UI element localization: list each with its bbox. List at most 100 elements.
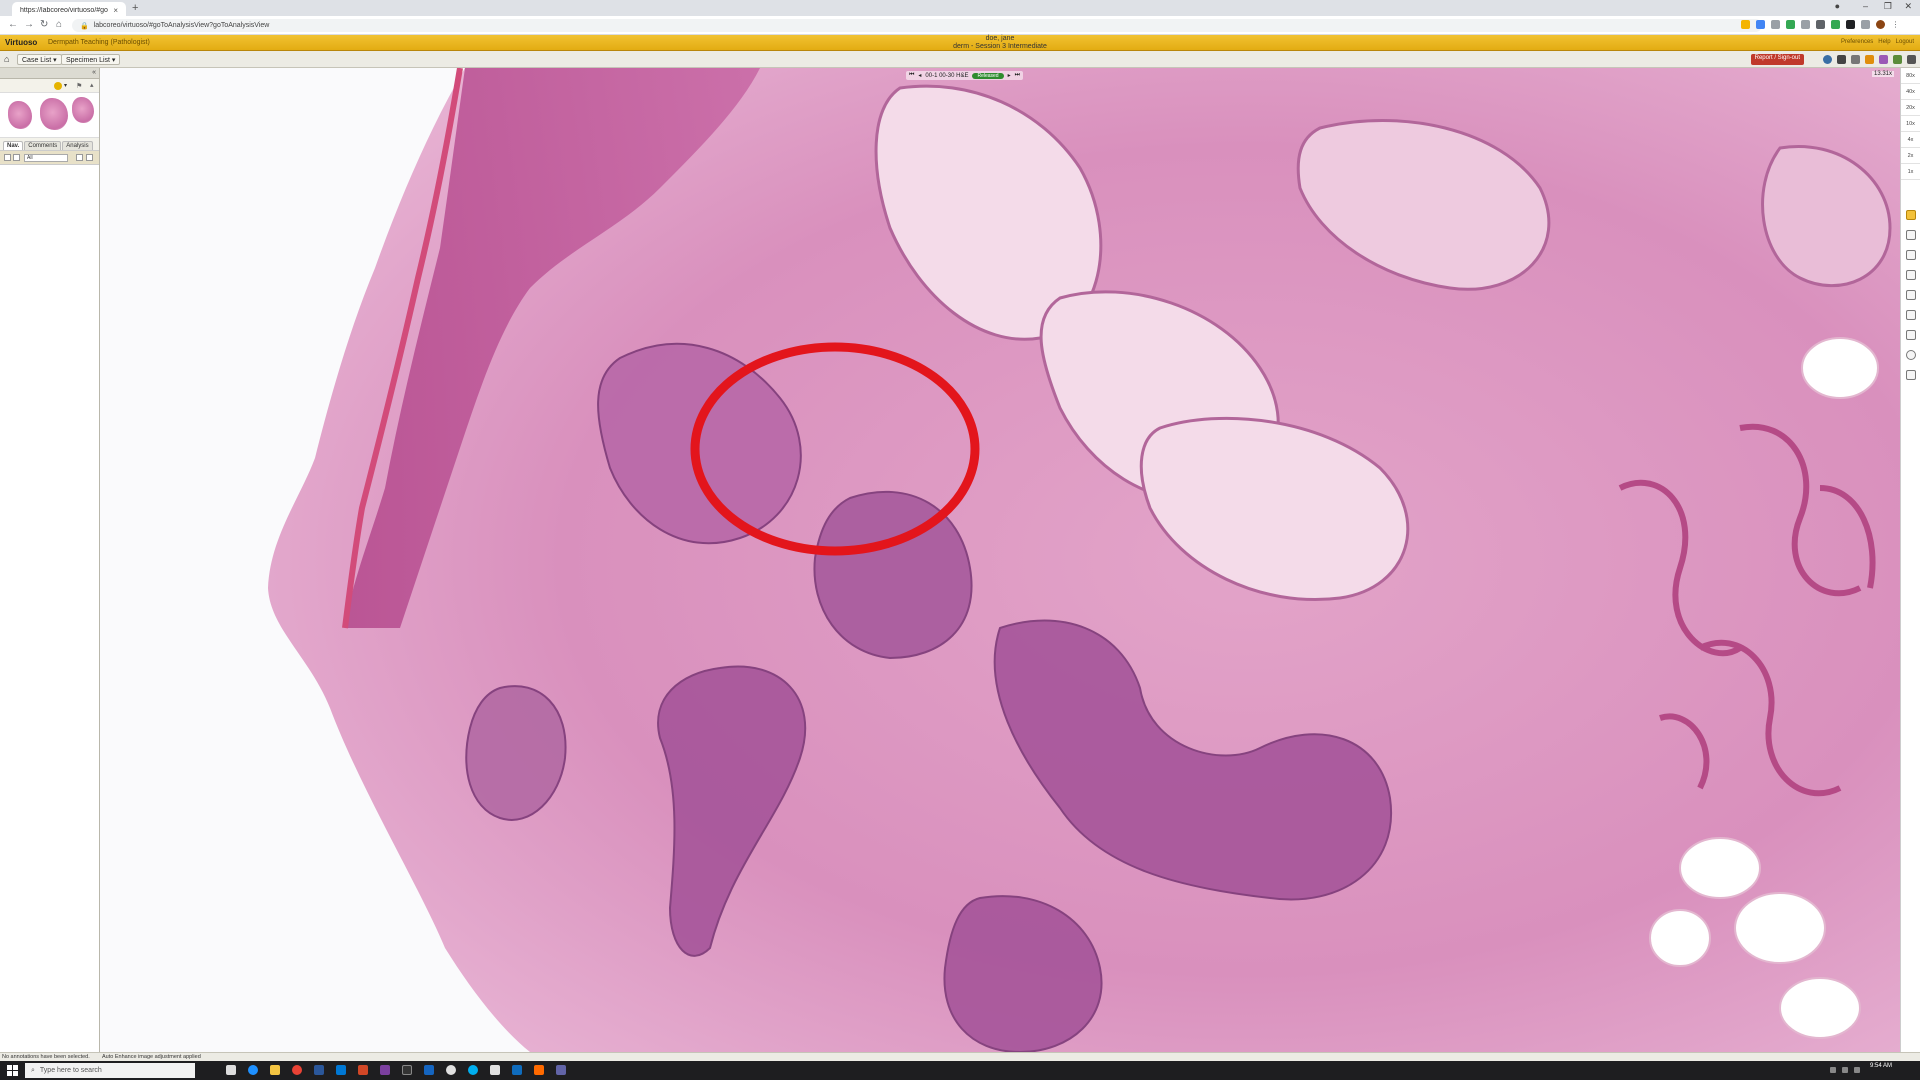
mag-1x[interactable]: 1x <box>1901 164 1920 180</box>
first-slide-icon[interactable]: ⏮ <box>909 72 914 79</box>
annotation-tool-icon[interactable] <box>54 82 62 90</box>
slide-thumbnail[interactable] <box>40 98 68 130</box>
slide-thumbnail[interactable] <box>72 97 94 123</box>
close-tab-icon[interactable]: × <box>113 6 118 15</box>
back-icon[interactable]: ← <box>8 19 18 30</box>
app-icon[interactable] <box>534 1065 544 1075</box>
tools-icon[interactable] <box>1851 55 1860 64</box>
report-signout-button[interactable]: Report / Sign-out <box>1750 54 1804 65</box>
specimen-list-button[interactable]: Specimen List ▾ <box>61 54 121 65</box>
rectangle-tool-icon[interactable] <box>1905 230 1916 240</box>
mag-4x[interactable]: 4x <box>1901 132 1920 148</box>
reload-icon[interactable]: ↻ <box>40 19 48 30</box>
app-icon[interactable] <box>424 1065 434 1075</box>
word-icon[interactable] <box>314 1065 324 1075</box>
volume-icon[interactable] <box>1842 1067 1848 1073</box>
taskbar-search-input[interactable]: ⌕ Type here to search <box>25 1063 195 1078</box>
list-tool-icon[interactable] <box>1905 370 1916 380</box>
filter-checkbox[interactable] <box>86 154 93 161</box>
mag-10x[interactable]: 10x <box>1901 116 1920 132</box>
mag-2x[interactable]: 2x <box>1901 148 1920 164</box>
edge-icon[interactable] <box>248 1065 258 1075</box>
new-tab-button[interactable]: + <box>132 2 138 14</box>
tab-analysis[interactable]: Analysis <box>62 141 93 150</box>
mag-80x[interactable]: 80x <box>1901 68 1920 84</box>
app-icon[interactable] <box>446 1065 456 1075</box>
grid-icon[interactable] <box>1893 55 1902 64</box>
help-link[interactable]: Help <box>1878 39 1890 45</box>
avatar[interactable] <box>1876 20 1885 29</box>
app-icon[interactable] <box>512 1065 522 1075</box>
home-icon[interactable]: ⌂ <box>4 54 9 64</box>
chevron-down-icon[interactable]: ▾ <box>64 82 67 89</box>
stamp-tool-icon[interactable] <box>1905 290 1916 300</box>
tissue-image[interactable] <box>100 68 1900 1052</box>
extension-icon[interactable] <box>1861 20 1870 29</box>
forward-icon[interactable]: → <box>24 19 34 30</box>
battery-icon[interactable] <box>1854 1067 1860 1073</box>
slide-viewer[interactable]: ⏮ ◂ 00-1 00-30 H&E Released ▸ ⏭ 13.31x <box>100 68 1900 1052</box>
circle-tool-icon[interactable] <box>1905 350 1916 360</box>
extension-icon[interactable] <box>1831 20 1840 29</box>
profile-icon[interactable]: ● <box>1835 1 1840 11</box>
mag-40x[interactable]: 40x <box>1901 84 1920 100</box>
maximize-icon[interactable]: ❐ <box>1884 1 1892 12</box>
task-view-icon[interactable] <box>226 1065 236 1075</box>
filter-checkbox[interactable] <box>13 154 20 161</box>
file-explorer-icon[interactable] <box>270 1065 280 1075</box>
collapse-panel-icon[interactable]: « <box>92 69 96 76</box>
teams-icon[interactable] <box>556 1065 566 1075</box>
filter-checkbox[interactable] <box>76 154 83 161</box>
preferences-link[interactable]: Preferences <box>1841 39 1873 45</box>
layout-icon[interactable] <box>1879 55 1888 64</box>
home-nav-icon[interactable]: ⌂ <box>56 19 62 30</box>
slide-navigator: ⏮ ◂ 00-1 00-30 H&E Released ▸ ⏭ <box>906 71 1024 80</box>
app-icon[interactable] <box>402 1065 412 1075</box>
pan-tool-icon[interactable] <box>1905 210 1916 220</box>
left-navigation-panel: « ▾ ⚑ ▴ Nav. Comments Analysis All <box>0 68 100 1052</box>
ruler-tool-icon[interactable] <box>1905 310 1916 320</box>
browser-tab[interactable]: https://labcoreo/virtuoso/#go × <box>12 2 126 16</box>
outlook-icon[interactable] <box>336 1065 346 1075</box>
star-icon[interactable] <box>1741 20 1750 29</box>
windows-start-icon[interactable] <box>7 1065 18 1076</box>
text-tool-icon[interactable] <box>1905 270 1916 280</box>
chrome-icon[interactable] <box>292 1065 302 1075</box>
last-slide-icon[interactable]: ⏭ <box>1015 72 1020 79</box>
powerpoint-icon[interactable] <box>358 1065 368 1075</box>
mag-20x[interactable]: 20x <box>1901 100 1920 116</box>
close-window-icon[interactable]: ✕ <box>1904 1 1912 12</box>
info-icon[interactable] <box>1823 55 1832 64</box>
extension-icon[interactable] <box>1801 20 1810 29</box>
camera-icon[interactable] <box>1837 55 1846 64</box>
minimize-icon[interactable]: – <box>1863 1 1868 11</box>
extension-icon[interactable] <box>1756 20 1765 29</box>
onenote-icon[interactable] <box>380 1065 390 1075</box>
search-icon[interactable] <box>1907 55 1916 64</box>
extension-icon[interactable] <box>1786 20 1795 29</box>
logout-link[interactable]: Logout <box>1896 39 1914 45</box>
prev-slide-icon[interactable]: ◂ <box>918 72 921 79</box>
app-icon[interactable] <box>490 1065 500 1075</box>
url-field[interactable]: 🔒 labcoreo/virtuoso/#goToAnalysisView?go… <box>72 19 1762 32</box>
slide-thumbnail[interactable] <box>8 101 32 129</box>
extension-icon[interactable] <box>1771 20 1780 29</box>
case-list-button[interactable]: Case List ▾ <box>17 54 62 65</box>
extension-icon[interactable] <box>1816 20 1825 29</box>
filter-checkbox[interactable] <box>4 154 11 161</box>
browser-tab-strip: https://labcoreo/virtuoso/#go × + ● – ❐ … <box>0 0 1920 16</box>
pen-tool-icon[interactable] <box>1905 330 1916 340</box>
more-menu-icon[interactable]: ⋮ <box>1891 20 1900 29</box>
next-slide-icon[interactable]: ▸ <box>1008 72 1011 79</box>
flag-icon[interactable]: ⚑ <box>76 82 82 90</box>
tab-comments[interactable]: Comments <box>24 141 62 150</box>
settings-icon[interactable] <box>1865 55 1874 64</box>
extension-icon[interactable] <box>1846 20 1855 29</box>
network-icon[interactable] <box>1830 1067 1836 1073</box>
comment-tool-icon[interactable] <box>1905 250 1916 260</box>
taskbar-clock[interactable]: 9:54 AM <box>1870 1063 1892 1070</box>
skype-icon[interactable] <box>468 1065 478 1075</box>
tab-nav[interactable]: Nav. <box>3 141 24 150</box>
collapse-up-icon[interactable]: ▴ <box>90 81 94 89</box>
annotation-filter-select[interactable]: All <box>24 154 68 162</box>
